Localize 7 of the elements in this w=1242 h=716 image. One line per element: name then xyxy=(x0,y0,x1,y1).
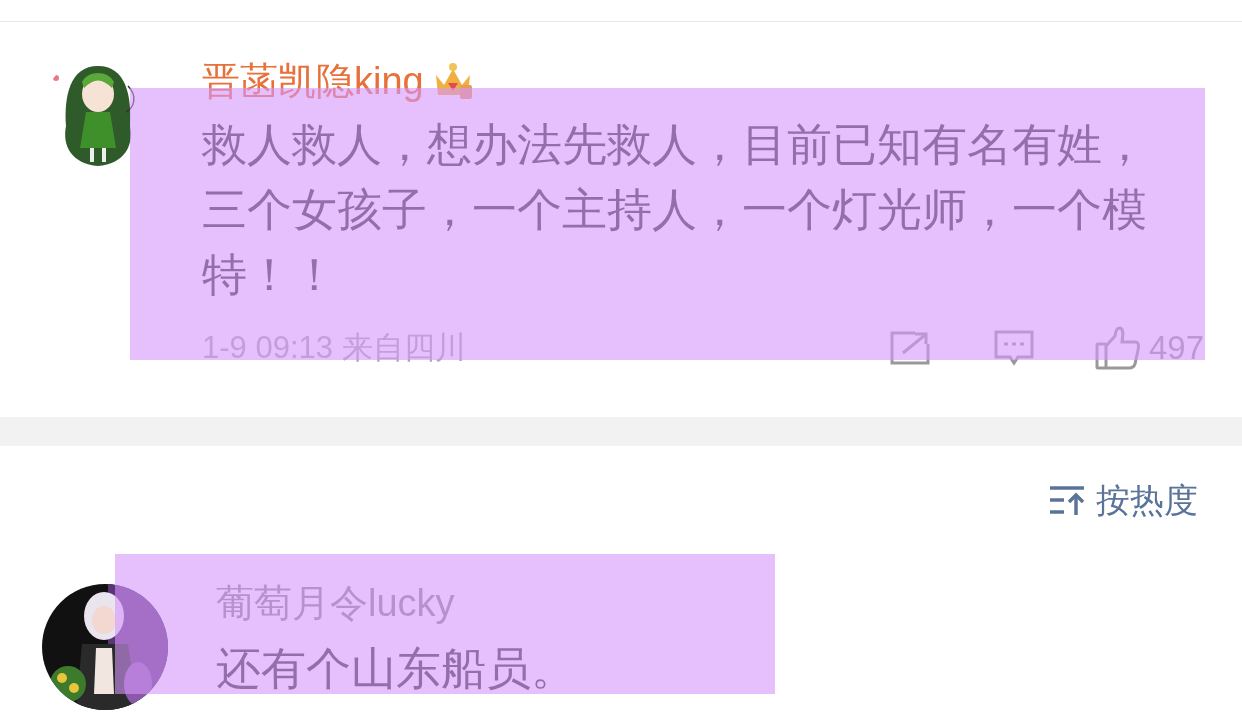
comment-text: 救人救人，想办法先救人，目前已知有名有姓，三个女孩子，一个主持人，一个灯光师，一个模特！！ xyxy=(202,118,1148,302)
thumbs-up-icon[interactable] xyxy=(1094,325,1141,370)
comment-icon[interactable] xyxy=(992,328,1035,367)
share-icon[interactable] xyxy=(888,329,931,366)
sort-button[interactable]: 按热度 xyxy=(1048,474,1198,526)
user-name[interactable]: 晋菡凯隐king xyxy=(202,56,424,106)
comment-text: 还有个山东船员。 xyxy=(216,642,576,696)
